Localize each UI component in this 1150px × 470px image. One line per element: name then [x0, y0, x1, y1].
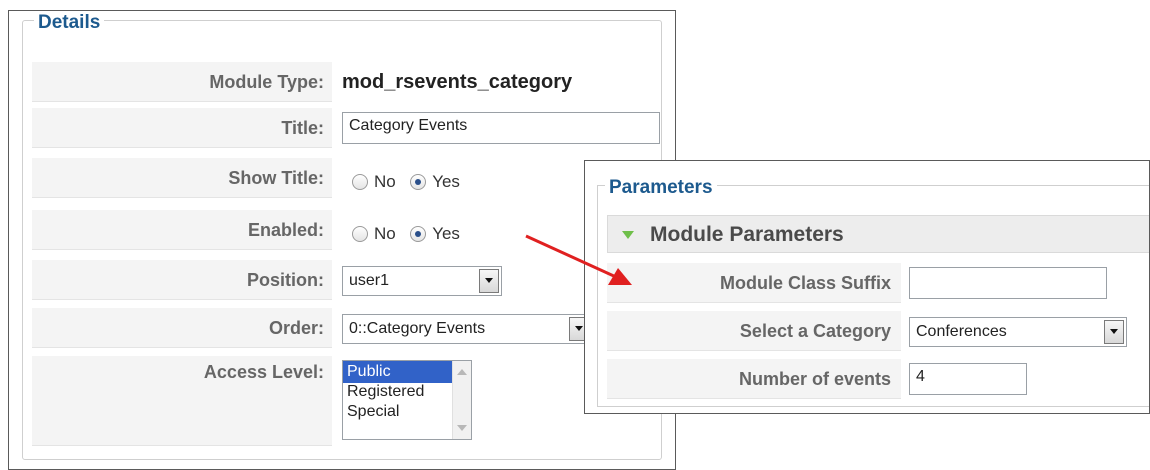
annotation-arrow-icon [525, 234, 632, 285]
annotation-arrow-line [525, 234, 617, 279]
